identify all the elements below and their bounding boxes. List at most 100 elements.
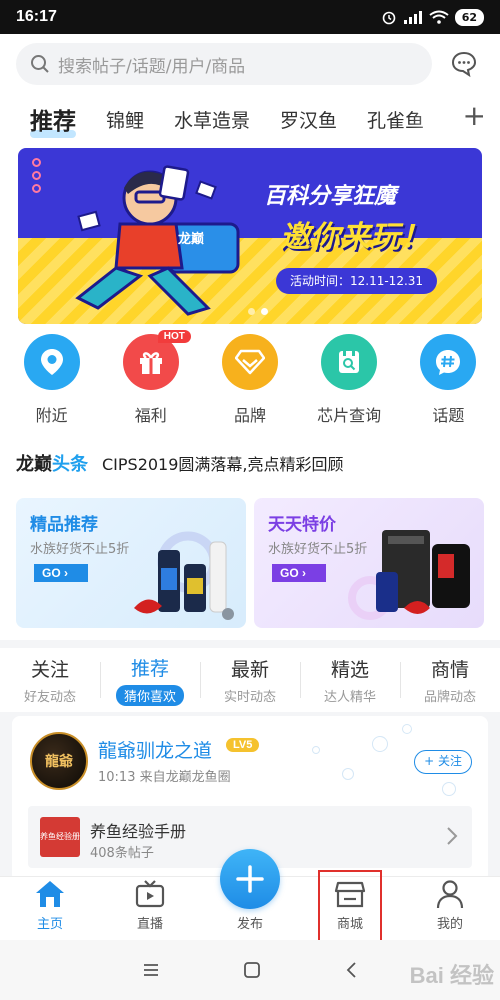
- nav-label-publish: 发布: [236, 917, 263, 932]
- section-divider: [0, 640, 500, 648]
- chip-search-icon: [321, 334, 378, 390]
- menu-icon[interactable]: [142, 962, 160, 978]
- bottom-navigation: 主页 直播 发布 商城 我的: [0, 849, 500, 940]
- hashtag-icon: [420, 334, 477, 390]
- tab-recommend[interactable]: 推荐: [30, 102, 76, 138]
- nav-label-live: 直播: [136, 917, 163, 932]
- product-bottles-icon: [134, 531, 234, 620]
- tv-icon: [135, 880, 165, 908]
- nav-live[interactable]: 直播: [100, 877, 200, 940]
- quick-label-topic: 话题: [432, 406, 465, 425]
- tab-koi[interactable]: 锦鲤: [106, 106, 144, 133]
- news-headline[interactable]: 龙巅头条 CIPS2019圆满落幕,亮点精彩回顾: [16, 448, 486, 478]
- topic-thumbnail: 养鱼经验册: [40, 817, 80, 857]
- tabs-fade: [410, 96, 460, 142]
- search-input[interactable]: 搜索帖子/话题/用户/商品: [16, 43, 432, 85]
- search-row: 搜索帖子/话题/用户/商品: [0, 34, 500, 94]
- headline-logo: 龙巅头条: [16, 450, 88, 476]
- quick-label-nearby: 附近: [35, 406, 68, 425]
- promo-go-label: GO: [280, 566, 299, 580]
- quick-link-chip-search[interactable]: 芯片查询: [304, 334, 394, 434]
- quick-links: 附近 HOT 福利 品牌 芯片查询 话题: [0, 330, 500, 434]
- banner-badge-text: 龙巅: [178, 232, 205, 247]
- topic-thumbnail-text: 养鱼经验册: [40, 832, 80, 841]
- level-badge: LV5: [226, 738, 260, 752]
- quick-link-nearby[interactable]: 附近: [7, 334, 97, 434]
- feed-tab-subtitle: 猜你喜欢: [115, 685, 184, 706]
- home-square-icon[interactable]: [243, 961, 261, 979]
- nav-home[interactable]: 主页: [0, 877, 100, 940]
- home-icon: [36, 881, 64, 907]
- tab-aquascape[interactable]: 水草造景: [174, 106, 250, 133]
- promo-card-featured[interactable]: 精品推荐 水族好货不止5折 GO ›: [16, 498, 246, 628]
- nav-publish[interactable]: 发布: [200, 849, 300, 940]
- nav-label-home: 主页: [36, 917, 63, 932]
- feed-tab-following[interactable]: 关注 好友动态: [0, 650, 100, 710]
- signal-icon: [403, 11, 422, 24]
- hot-badge: HOT: [157, 330, 191, 343]
- pagination-dot: [248, 308, 255, 315]
- quick-link-welfare[interactable]: HOT 福利: [106, 330, 196, 434]
- avatar[interactable]: 龍爺: [30, 732, 88, 790]
- promo-card-daily-deal[interactable]: 天天特价 水族好货不止5折 GO ›: [254, 498, 484, 628]
- back-icon[interactable]: [344, 961, 358, 979]
- feed-tab-recommend[interactable]: 推荐 猜你喜欢: [100, 650, 200, 710]
- person-icon: [436, 880, 464, 909]
- feed-tab-business[interactable]: 商情 品牌动态: [400, 650, 500, 710]
- feed-tab-title: 关注: [30, 659, 69, 681]
- banner-slogan: 邀你来玩！: [280, 220, 430, 255]
- promo-subtitle: 水族好货不止5折: [30, 542, 130, 557]
- feed-tab-subtitle: 达人精华: [323, 690, 376, 705]
- feed-tabs: 关注 好友动态 推荐 猜你喜欢 最新 实时动态 精选 达人精华 商情 品牌动态: [0, 650, 500, 710]
- nav-label-profile: 我的: [436, 917, 463, 932]
- nav-profile[interactable]: 我的: [400, 877, 500, 940]
- product-devices-icon: [348, 530, 470, 620]
- search-icon: [31, 55, 49, 73]
- search-placeholder: 搜索帖子/话题/用户/商品: [58, 56, 246, 77]
- post-author[interactable]: 龍爺驯龙之道: [98, 736, 212, 763]
- feed-tab-subtitle: 品牌动态: [423, 690, 476, 705]
- promo-go-label: GO: [42, 566, 61, 580]
- location-icon: [23, 334, 80, 390]
- store-highlight-annotation: [318, 870, 382, 944]
- message-icon: [451, 51, 477, 78]
- promo-banner[interactable]: 龙巅 百科分享狂魔 邀你来玩！ 活动时间：12.11-12.31: [18, 148, 482, 324]
- cartoon-character-icon: [75, 165, 240, 316]
- feed-tab-latest[interactable]: 最新 实时动态: [200, 650, 300, 710]
- quick-label-welfare: 福利: [134, 406, 167, 425]
- banner-pagination: [248, 308, 268, 315]
- feed-tab-subtitle: 实时动态: [223, 690, 276, 705]
- headline-text: CIPS2019圆满落幕,亮点精彩回顾: [102, 455, 344, 474]
- topic-title: 养鱼经验手册: [90, 822, 187, 841]
- quick-label-brand: 品牌: [233, 406, 266, 425]
- feed-tab-selected[interactable]: 精选 达人精华: [300, 650, 400, 710]
- pagination-dot-active: [261, 308, 268, 315]
- plus-icon: [220, 849, 280, 909]
- message-button[interactable]: [444, 44, 484, 84]
- topic-post-count: 408条帖子: [90, 846, 154, 861]
- promo-go-button[interactable]: GO ›: [34, 564, 88, 582]
- banner-title: 百科分享狂魔: [264, 184, 397, 209]
- chevron-right-icon: [447, 827, 458, 845]
- tab-flowerhorn[interactable]: 罗汉鱼: [280, 106, 337, 133]
- promo-title: 精品推荐: [30, 515, 98, 535]
- banner-date: 活动时间：12.11-12.31: [276, 268, 438, 294]
- watermark-text: Bai 经验: [409, 963, 494, 988]
- avatar-text: 龍爺: [45, 754, 73, 770]
- feed-tab-title: 精选: [330, 659, 369, 681]
- status-time: 16:17: [16, 8, 57, 25]
- add-category-icon[interactable]: +: [463, 99, 486, 132]
- feed-tab-subtitle: 好友动态: [23, 690, 76, 705]
- follow-button[interactable]: + 关注: [414, 750, 472, 774]
- wifi-icon: [429, 10, 449, 24]
- promo-go-button[interactable]: GO ›: [272, 564, 326, 582]
- quick-link-brand[interactable]: 品牌: [205, 334, 295, 434]
- post-meta: 10:13 来自龙巅龙鱼圈: [98, 770, 231, 785]
- status-icons: 62: [381, 8, 484, 26]
- quick-link-topic[interactable]: 话题: [403, 334, 493, 434]
- headline-logo-b: 头条: [52, 454, 88, 475]
- category-tabs: 推荐 锦鲤 水草造景 罗汉鱼 孔雀鱼 +: [0, 96, 500, 142]
- diamond-icon: [221, 334, 278, 390]
- quick-label-chip-search: 芯片查询: [317, 406, 382, 425]
- feed-tab-title: 推荐: [130, 658, 169, 680]
